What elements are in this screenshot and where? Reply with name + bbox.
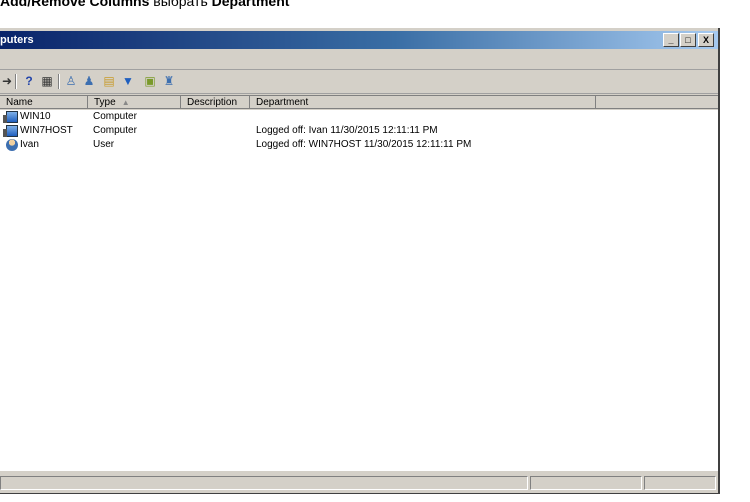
window-controls: _ □ X <box>662 33 714 47</box>
status-bar <box>0 474 718 492</box>
column-header-type[interactable]: Type ▲ <box>88 96 181 109</box>
title-bar[interactable]: puters _ □ X <box>0 31 718 49</box>
list-item[interactable]: WIN7HOST Computer Logged off: Ivan 11/30… <box>0 124 718 138</box>
status-pane-2 <box>530 476 642 490</box>
list-header: Name Type ▲ Description Department <box>0 96 718 110</box>
caption-bold-department: Department <box>211 0 290 9</box>
caption-bold-add-remove: Add/Remove Columns <box>0 0 150 9</box>
status-pane-main <box>0 476 528 490</box>
caption-plain: выбрать <box>153 0 208 9</box>
users-icon[interactable]: ♟ <box>82 74 96 88</box>
column-header-filler <box>596 96 718 109</box>
sort-ascending-icon: ▲ <box>121 98 130 107</box>
list-item[interactable]: Ivan User Logged off: WIN7HOST 11/30/201… <box>0 138 718 152</box>
column-header-department[interactable]: Department <box>250 96 596 109</box>
cell-type: Computer <box>93 111 137 122</box>
window-title: puters <box>0 34 34 46</box>
computer-icon <box>3 111 18 123</box>
back-icon[interactable]: ➜ <box>0 74 14 88</box>
computer-icon <box>3 125 18 137</box>
cell-department: Logged off: Ivan 11/30/2015 12:11:11 PM <box>256 125 438 136</box>
list-item[interactable]: WIN10 Computer <box>0 110 718 124</box>
maximize-button[interactable]: □ <box>680 33 696 47</box>
filter-icon[interactable]: ▼ <box>121 74 135 88</box>
column-header-name[interactable]: Name <box>0 96 88 109</box>
toolbar-separator <box>58 74 60 89</box>
instruction-caption: Add/Remove Columns выбрать Department <box>0 0 750 14</box>
cell-type: User <box>93 139 115 150</box>
cell-type: Computer <box>93 125 137 136</box>
cell-name: WIN10 <box>20 111 51 122</box>
cell-department: Logged off: WIN7HOST 11/30/2015 12:11:11… <box>256 139 472 150</box>
status-pane-3 <box>644 476 716 490</box>
user-icon[interactable]: ♙ <box>64 74 78 88</box>
group-icon[interactable]: ♜ <box>162 74 176 88</box>
folder-icon[interactable]: ▤ <box>102 74 116 88</box>
column-header-description[interactable]: Description <box>181 96 250 109</box>
object-list-view: Name Type ▲ Description Department WIN10 … <box>0 95 718 471</box>
view-icon[interactable]: ▦ <box>40 74 54 88</box>
help-icon[interactable]: ? <box>22 74 36 88</box>
report-icon[interactable]: ▣ <box>143 74 157 88</box>
app-window: puters _ □ X ➜ ? ▦ ♙ ♟ ▤ ▼ ▣ ♜ Name Type… <box>0 28 720 494</box>
cell-name: WIN7HOST <box>20 125 73 136</box>
toolbar-separator <box>15 74 17 89</box>
toolbar: ➜ ? ▦ ♙ ♟ ▤ ▼ ▣ ♜ <box>0 71 718 94</box>
cell-name: Ivan <box>20 139 39 150</box>
minimize-button[interactable]: _ <box>663 33 679 47</box>
user-icon <box>6 139 18 151</box>
close-button[interactable]: X <box>698 33 714 47</box>
menu-bar <box>0 51 718 70</box>
column-header-type-label: Type <box>94 97 116 108</box>
